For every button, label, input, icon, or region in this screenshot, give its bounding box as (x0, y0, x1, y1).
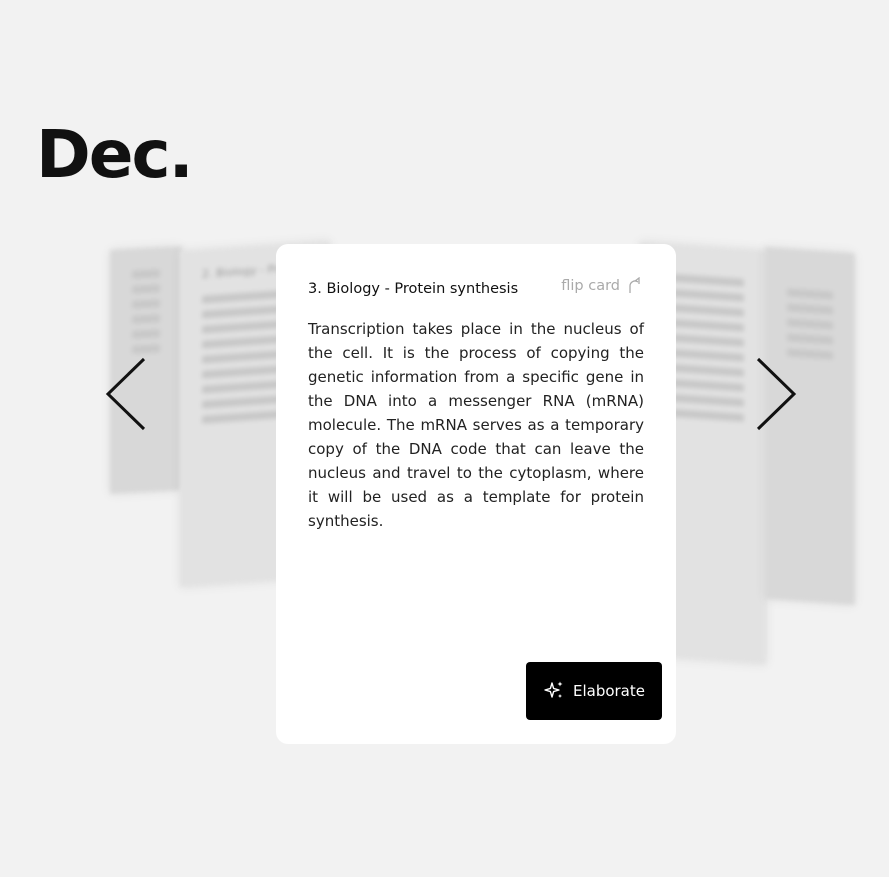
flip-card-label: flip card (561, 278, 620, 294)
next-card-button[interactable] (754, 356, 798, 432)
elaborate-label: Elaborate (572, 682, 645, 700)
chevron-right-icon (756, 357, 797, 431)
flashcard: 3. Biology - Protein synthesis flip card… (276, 244, 676, 744)
flip-icon (629, 277, 640, 293)
card-title: 3. Biology - Protein synthesis (308, 281, 519, 297)
previous-card-button[interactable] (104, 356, 148, 432)
card-body-text: Transcription takes place in the nucleus… (308, 320, 644, 530)
elaborate-button[interactable]: Elaborate (526, 662, 662, 720)
app-logo: Dec. (36, 116, 194, 193)
flip-card-button[interactable]: flip card (561, 277, 644, 295)
chevron-left-icon (105, 357, 146, 431)
sparkles-icon (544, 681, 563, 698)
